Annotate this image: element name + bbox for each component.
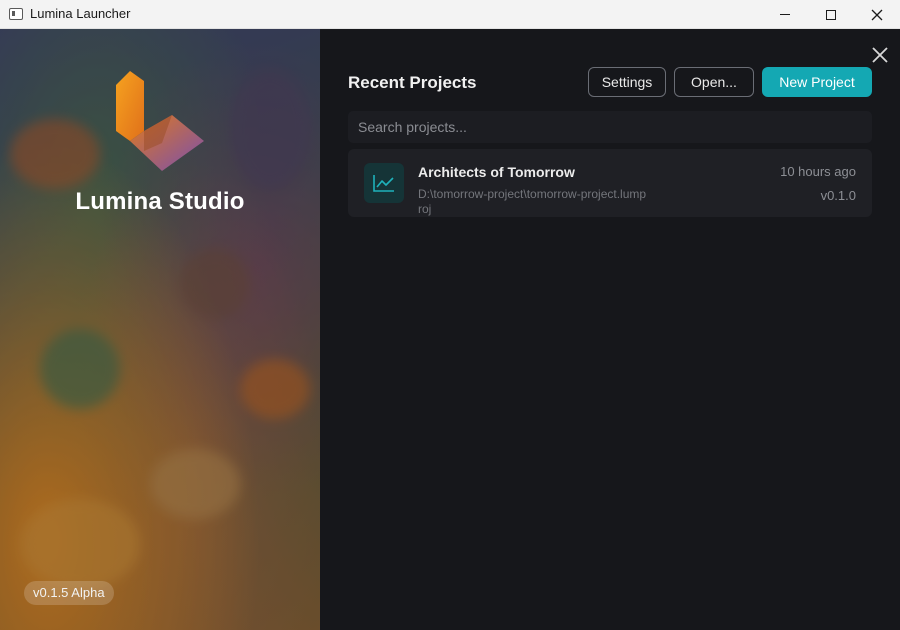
close-icon (871, 9, 883, 20)
chart-line-icon (373, 175, 394, 192)
recent-projects-panel: Recent Projects Settings Open... New Pro… (320, 29, 900, 630)
panel-close-button[interactable] (870, 45, 890, 65)
minimize-button[interactable] (762, 0, 808, 29)
open-button[interactable]: Open... (674, 67, 754, 97)
settings-button[interactable]: Settings (588, 67, 666, 97)
project-list-item[interactable]: Architects of Tomorrow D:\tomorrow-proje… (348, 149, 872, 217)
close-icon (872, 47, 888, 63)
project-icon (364, 163, 404, 203)
window-close-button[interactable] (854, 0, 900, 29)
window-title: Lumina Launcher (30, 6, 131, 21)
page-title: Recent Projects (348, 73, 477, 92)
new-project-button[interactable]: New Project (762, 67, 872, 97)
version-badge: v0.1.5 Alpha (24, 581, 114, 605)
project-name: Architects of Tomorrow (418, 164, 575, 180)
search-input[interactable] (348, 111, 872, 143)
hero-panel: Lumina Studio v0.1.5 Alpha (0, 29, 320, 630)
minimize-icon (780, 13, 790, 16)
maximize-button[interactable] (808, 0, 854, 29)
project-path: D:\tomorrow-project\tomorrow-project.lum… (418, 187, 647, 216)
app-name: Lumina Studio (75, 188, 245, 215)
project-modified: 10 hours ago (780, 164, 856, 179)
lumina-logo-icon (116, 71, 204, 171)
project-version: v0.1.0 (820, 188, 856, 203)
maximize-icon (826, 9, 836, 20)
app-window-icon (9, 8, 23, 20)
window-titlebar: Lumina Launcher (0, 0, 900, 29)
